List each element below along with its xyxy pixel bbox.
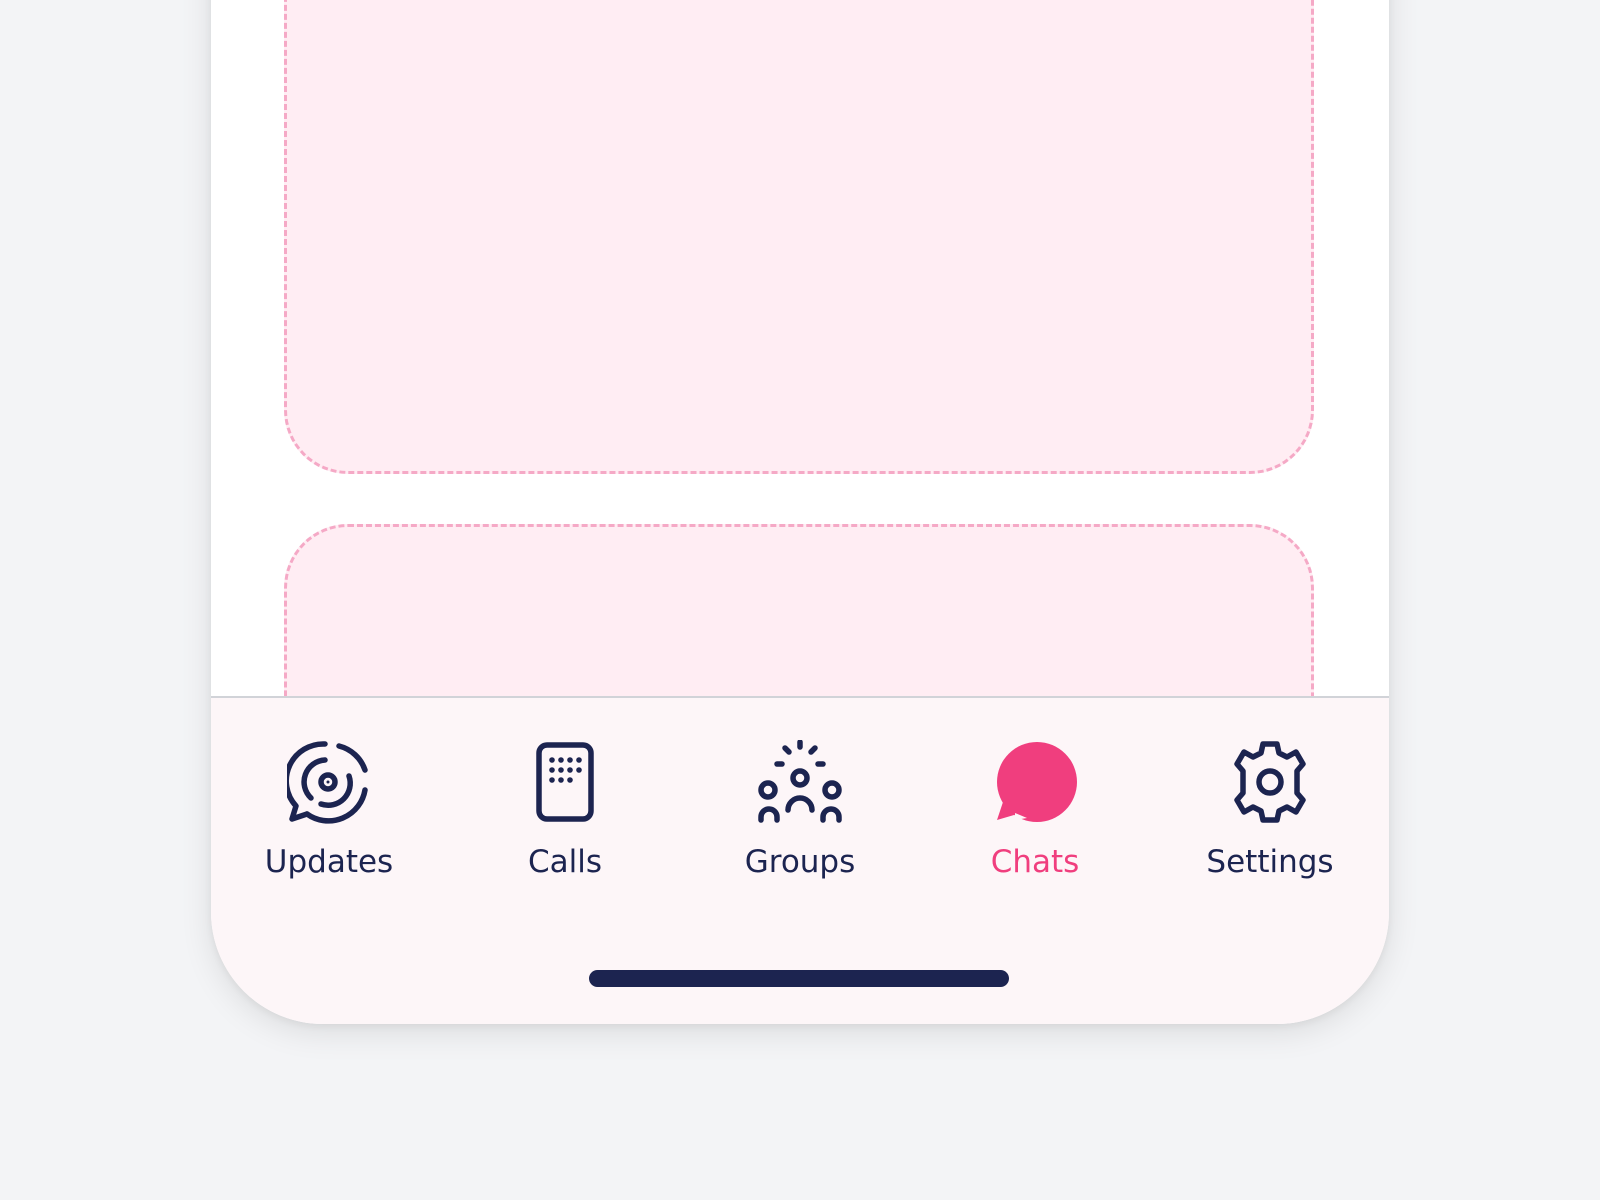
tab-settings[interactable]: Settings: [1170, 740, 1370, 890]
phone-icon: [536, 742, 594, 822]
tab-calls[interactable]: Calls: [465, 740, 665, 890]
tab-updates[interactable]: Updates: [229, 740, 429, 890]
tab-chats[interactable]: Chats: [935, 740, 1135, 890]
gear-icon: [1234, 741, 1306, 823]
content-placeholder-card: [284, 0, 1314, 474]
chat-bubble-icon: [997, 742, 1077, 822]
phone-screen: Updates Calls Groups Chats Settings: [211, 0, 1389, 1024]
tab-label: Updates: [264, 844, 394, 880]
tab-label: Calls: [527, 844, 603, 880]
bottom-tab-bar: Updates Calls Groups Chats Settings: [211, 696, 1389, 1024]
tab-label: Settings: [1206, 844, 1334, 880]
tab-label: Chats: [990, 844, 1080, 880]
tab-label: Groups: [744, 844, 856, 880]
group-icon: [758, 740, 842, 823]
home-indicator[interactable]: [589, 970, 1009, 987]
updates-icon: [287, 741, 368, 824]
tab-groups[interactable]: Groups: [700, 740, 900, 890]
